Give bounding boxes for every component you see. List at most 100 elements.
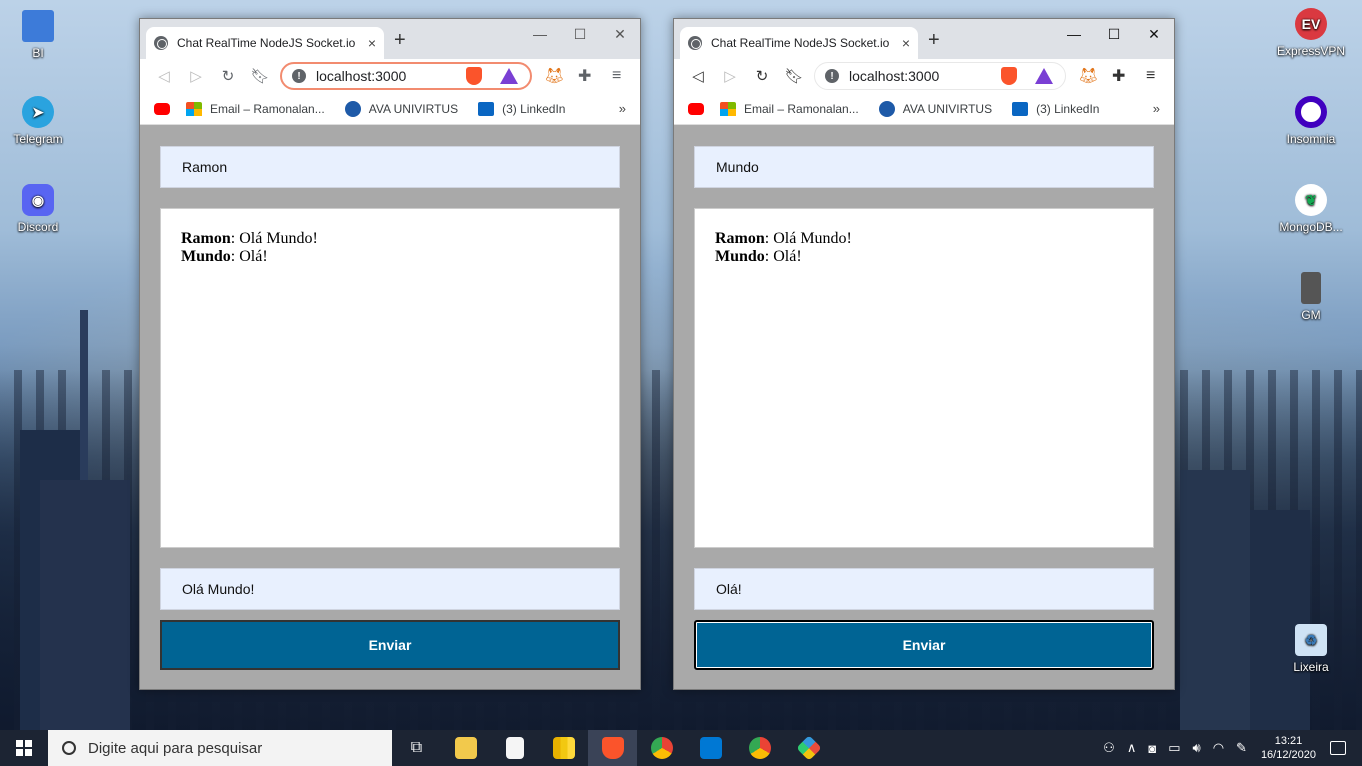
chrome-profile-icon	[748, 737, 771, 759]
reload-icon[interactable]: ↻	[746, 67, 778, 85]
brave-rewards-icon[interactable]	[1035, 68, 1053, 84]
message-text: : Olá Mundo!	[764, 230, 852, 247]
bookmark-icon[interactable]: 🔖︎	[244, 67, 276, 85]
power-bi-button[interactable]	[539, 730, 588, 766]
vscode-button[interactable]	[686, 730, 735, 766]
telegram-icon: ➤	[22, 96, 54, 128]
browser-toolbar: ◁ ▷ ↻ 🔖︎ ! localhost:3000 🦊︎ ✚ ≡	[674, 59, 1174, 93]
forward-icon[interactable]: ▷	[180, 67, 212, 85]
name-input[interactable]: Ramon	[160, 146, 620, 188]
menu-icon[interactable]: ≡	[612, 67, 621, 85]
bookmark-ava[interactable]: AVA UNIVIRTUS	[344, 100, 458, 117]
browser-tab[interactable]: Chat RealTime NodeJS Socket.io ×	[680, 27, 918, 59]
messages-panel: Ramon: Olá Mundo! Mundo: Olá!	[160, 208, 620, 548]
clock[interactable]: 13:21 16/12/2020	[1261, 734, 1316, 762]
clock-date: 16/12/2020	[1260, 749, 1316, 761]
forward-icon[interactable]: ▷	[714, 67, 746, 85]
maximize-icon[interactable]: ☐	[560, 19, 600, 49]
send-button[interactable]: Enviar	[694, 620, 1154, 670]
bookmark-linkedin[interactable]: (3) LinkedIn	[1012, 101, 1099, 116]
chevron-up-icon[interactable]: ∧	[1127, 740, 1137, 756]
desktop-icon-bi[interactable]: BI	[2, 10, 74, 60]
git-kraken-button[interactable]	[784, 730, 833, 766]
youtube-icon[interactable]	[154, 102, 170, 115]
message-text: : Olá!	[764, 248, 802, 265]
info-icon[interactable]: !	[825, 69, 839, 83]
task-view-button[interactable]: ⧉	[392, 730, 441, 766]
message-author: Mundo	[715, 248, 765, 265]
notification-icon[interactable]	[1330, 741, 1346, 755]
more-bookmarks-icon[interactable]: »	[1153, 101, 1160, 116]
file-explorer-button[interactable]	[441, 730, 490, 766]
bookmark-linkedin[interactable]: (3) LinkedIn	[478, 101, 565, 116]
bookmark-icon[interactable]: 🔖︎	[778, 67, 810, 85]
start-button[interactable]	[0, 730, 48, 766]
desktop-icon-recycle-bin[interactable]: ♻ Lixeira	[1275, 624, 1347, 674]
wifi-icon[interactable]: ◠	[1213, 740, 1224, 756]
title-bar: Chat RealTime NodeJS Socket.io × + — ☐ ✕	[674, 19, 1174, 59]
brave-shield-icon[interactable]	[1001, 67, 1017, 85]
desktop-icon-gm[interactable]: GM	[1275, 272, 1347, 322]
bookmark-ava[interactable]: AVA UNIVIRTUS	[878, 100, 993, 117]
back-icon[interactable]: ◁	[148, 67, 180, 85]
recycle-bin-icon: ♻	[1295, 624, 1327, 656]
microsoft-icon	[186, 101, 202, 116]
maximize-icon[interactable]: ☐	[1094, 19, 1134, 49]
people-icon[interactable]: ⚇	[1103, 740, 1115, 756]
pen-icon[interactable]: ✎	[1236, 740, 1247, 756]
minimize-icon[interactable]: —	[520, 19, 560, 49]
brave-shield-icon[interactable]	[466, 67, 482, 85]
menu-icon[interactable]: ≡	[1146, 67, 1155, 85]
close-tab-icon[interactable]: ×	[368, 35, 376, 51]
bookmark-email[interactable]: Email – Ramonalan...	[186, 101, 325, 116]
brave-rewards-icon[interactable]	[500, 68, 518, 84]
globe-icon	[688, 36, 702, 50]
message-input[interactable]: Olá Mundo!	[160, 568, 620, 610]
extensions-icon[interactable]: ✚	[1112, 66, 1125, 86]
desktop-icon-discord[interactable]: ◉ Discord	[2, 184, 74, 234]
message-line: Ramon: Olá Mundo!	[715, 230, 1133, 248]
tab-title: Chat RealTime NodeJS Socket.io	[711, 36, 890, 50]
back-icon[interactable]: ◁	[682, 67, 714, 85]
notepad-button[interactable]	[490, 730, 539, 766]
battery-icon[interactable]: ▭	[1168, 740, 1180, 756]
message-input[interactable]: Olá!	[694, 568, 1154, 610]
microsoft-icon	[720, 101, 736, 116]
search-icon	[62, 741, 76, 755]
browser-tab[interactable]: Chat RealTime NodeJS Socket.io ×	[146, 27, 384, 59]
desktop-icon-insomnia[interactable]: Insomnia	[1275, 96, 1347, 146]
metamask-icon[interactable]: 🦊︎	[544, 66, 564, 86]
address-bar[interactable]: ! localhost:3000	[814, 62, 1066, 90]
desktop-icon-expressvpn[interactable]: EV ExpressVPN	[1275, 8, 1347, 58]
vscode-icon	[699, 737, 722, 759]
chrome-profile-button[interactable]	[735, 730, 784, 766]
metamask-icon[interactable]: 🦊︎	[1078, 66, 1098, 86]
brave-button[interactable]	[588, 730, 637, 766]
camera-icon[interactable]: ◙	[1148, 741, 1156, 756]
close-window-icon[interactable]: ✕	[1134, 19, 1174, 49]
youtube-icon[interactable]	[688, 102, 704, 115]
chrome-button[interactable]	[637, 730, 686, 766]
more-bookmarks-icon[interactable]: »	[619, 101, 626, 116]
address-bar[interactable]: ! localhost:3000	[280, 62, 532, 90]
new-tab-button[interactable]: +	[928, 29, 940, 52]
new-tab-button[interactable]: +	[394, 29, 406, 52]
reload-icon[interactable]: ↻	[212, 67, 244, 85]
info-icon[interactable]: !	[292, 69, 306, 83]
taskbar-search[interactable]: Digite aqui para pesquisar	[48, 730, 392, 766]
desktop-icon-telegram[interactable]: ➤ Telegram	[2, 96, 74, 146]
ava-icon	[878, 100, 895, 117]
url-text: localhost:3000	[316, 68, 407, 84]
tab-title: Chat RealTime NodeJS Socket.io	[177, 36, 356, 50]
desktop-icon-mongodb[interactable]: ❦ MongoDB...	[1275, 184, 1347, 234]
volume-icon[interactable]: 🔊︎	[1192, 740, 1200, 756]
expressvpn-icon: EV	[1295, 8, 1327, 40]
minimize-icon[interactable]: —	[1054, 19, 1094, 49]
send-button[interactable]: Enviar	[160, 620, 620, 670]
name-input[interactable]: Mundo	[694, 146, 1154, 188]
bookmark-label: AVA UNIVIRTUS	[902, 101, 993, 116]
bookmark-email[interactable]: Email – Ramonalan...	[720, 101, 859, 116]
close-tab-icon[interactable]: ×	[902, 35, 910, 51]
close-window-icon[interactable]: ✕	[600, 19, 640, 49]
extensions-icon[interactable]: ✚	[578, 66, 591, 86]
